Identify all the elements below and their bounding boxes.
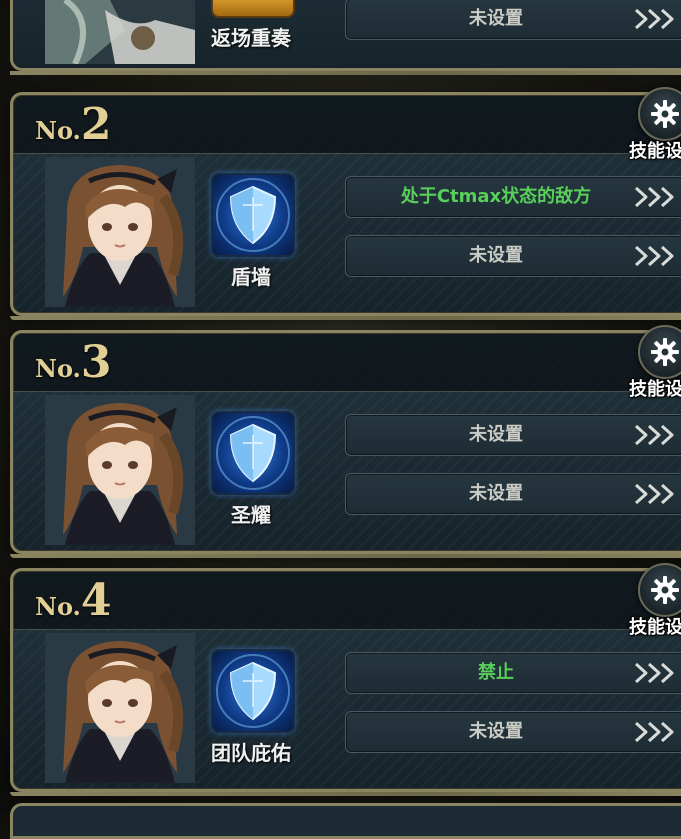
- skill-settings-button[interactable]: 技能设置: [621, 563, 681, 638]
- skill-settings-button[interactable]: 技能设置: [621, 325, 681, 400]
- triple-chevron-right-icon: [634, 424, 674, 446]
- character-portrait: [45, 0, 195, 64]
- condition-slot-2[interactable]: 未设置: [345, 711, 681, 753]
- character-card-4: No.4 技能设 团队庇佑 禁止 未设置: [10, 563, 681, 796]
- skill-name: 圣耀: [231, 503, 271, 527]
- skill-settings-label: 技能设置: [629, 617, 681, 638]
- slot-label: 未设置: [469, 245, 523, 266]
- triple-chevron-right-icon: [634, 186, 674, 208]
- skill-icon-top[interactable]: [211, 0, 295, 18]
- number-prefix: No.: [35, 592, 81, 621]
- number-value: 4: [80, 575, 112, 626]
- character-card-2: No.2 技能设 盾墙 处于Ctmax状态的敌方 未设置: [10, 87, 681, 320]
- shield-skill-icon[interactable]: [211, 173, 295, 257]
- number-prefix: No.: [35, 354, 81, 383]
- character-portrait: [45, 395, 195, 545]
- condition-slot[interactable]: 未设置: [345, 0, 681, 40]
- card-header: No.4: [13, 571, 681, 630]
- card-header: No.2: [13, 95, 681, 154]
- slot-number: No.4: [35, 575, 112, 626]
- slot-label: 未设置: [469, 424, 523, 445]
- skill-name: 盾墙: [231, 265, 271, 289]
- character-portrait: [45, 633, 195, 783]
- condition-slot-2[interactable]: 未设置: [345, 235, 681, 277]
- skill-settings-button[interactable]: 技能设置: [621, 87, 681, 162]
- condition-slot-1[interactable]: 未设置: [345, 414, 681, 456]
- triple-chevron-right-icon: [634, 483, 674, 505]
- character-card-3: No.3 技能设 圣耀 未设置 未设置: [10, 325, 681, 558]
- triple-chevron-right-icon: [634, 662, 674, 684]
- slot-label: 未设置: [469, 8, 523, 29]
- card-header: No.3: [13, 333, 681, 392]
- slot-number: No.3: [35, 337, 112, 388]
- gear-icon: [638, 325, 681, 379]
- condition-slot-1[interactable]: 处于Ctmax状态的敌方: [345, 176, 681, 218]
- skill-settings-label: 技能设置: [629, 379, 681, 400]
- slot-label: 处于Ctmax状态的敌方: [400, 186, 592, 207]
- condition-slot-1[interactable]: 禁止: [345, 652, 681, 694]
- slot-label: 禁止: [478, 662, 514, 683]
- slot-label: 未设置: [469, 721, 523, 742]
- character-card-1-partial: 返场重奏 未设置: [10, 0, 681, 75]
- slot-label: 未设置: [469, 483, 523, 504]
- skill-name: 返场重奏: [211, 26, 291, 50]
- skill-name: 团队庇佑: [211, 741, 291, 765]
- gear-icon: [638, 563, 681, 617]
- character-portrait: [45, 157, 195, 307]
- slot-number: No.2: [35, 99, 112, 150]
- triple-chevron-right-icon: [634, 721, 674, 743]
- triple-chevron-right-icon: [634, 8, 674, 30]
- character-card-5-partial: [10, 803, 681, 839]
- shield-skill-icon[interactable]: [211, 411, 295, 495]
- condition-slot-2[interactable]: 未设置: [345, 473, 681, 515]
- number-prefix: No.: [35, 116, 81, 145]
- shield-skill-icon[interactable]: [211, 649, 295, 733]
- skill-settings-label: 技能设置: [629, 141, 681, 162]
- triple-chevron-right-icon: [634, 245, 674, 267]
- number-value: 3: [80, 337, 112, 388]
- gear-icon: [638, 87, 681, 141]
- number-value: 2: [80, 99, 112, 150]
